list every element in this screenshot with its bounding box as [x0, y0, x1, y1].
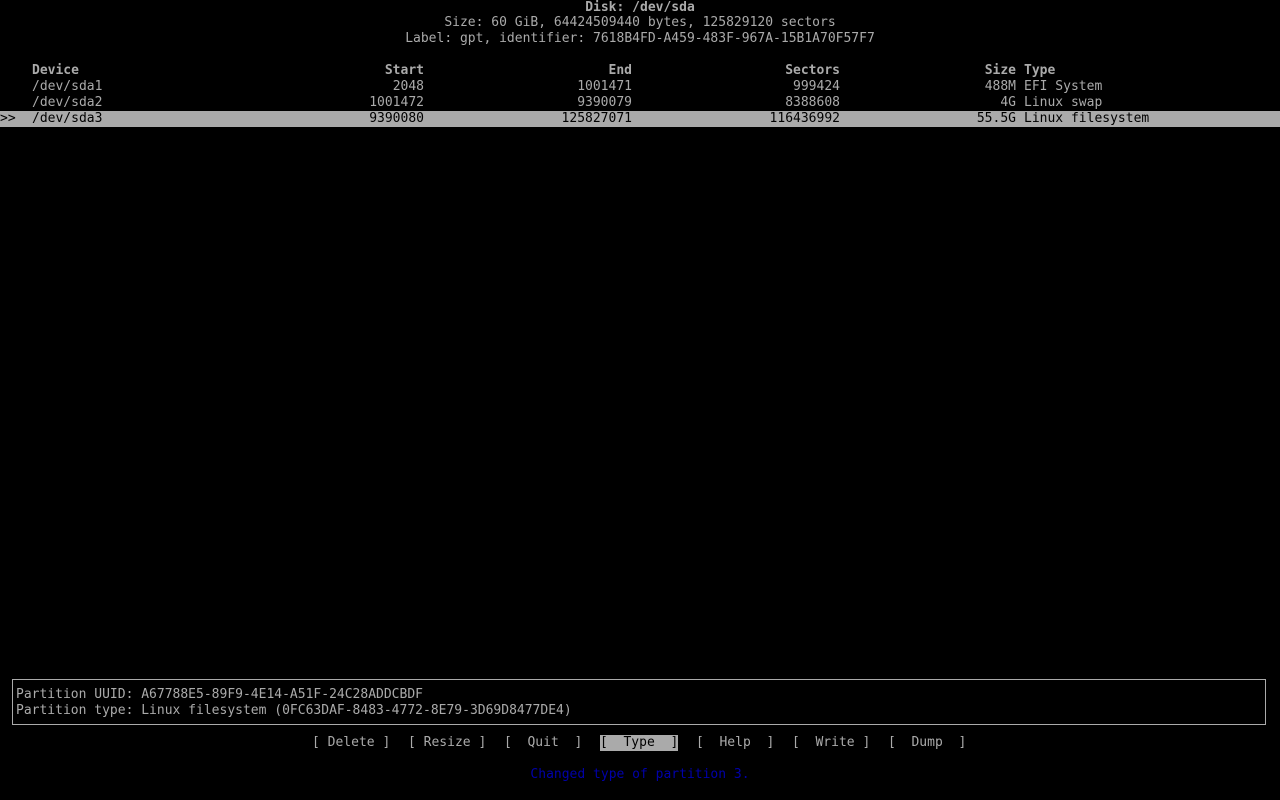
row-device: /dev/sda2	[32, 95, 103, 110]
row-start: 2048	[392, 79, 424, 94]
row-end: 125827071	[561, 111, 632, 126]
column-type: Type	[1024, 63, 1056, 78]
row-end: 9390079	[577, 95, 632, 110]
status-message: Changed type of partition 3.	[530, 767, 750, 782]
quit-button[interactable]: [ Quit ]	[504, 735, 582, 751]
row-device: /dev/sda3	[32, 111, 103, 126]
row-end: 1001471	[577, 79, 632, 94]
action-menu: [ Delete ] [ Resize ] [ Quit ] [ Type ] …	[0, 735, 1280, 751]
column-start: Start	[384, 63, 424, 78]
column-sectors: Sectors	[785, 63, 840, 78]
column-end: End	[608, 63, 632, 78]
table-header: Device Start End Sectors Size Type	[0, 63, 1280, 79]
type-button[interactable]: [ Type ]	[600, 735, 679, 751]
partition-type-info: Partition type: Linux filesystem (0FC63D…	[16, 703, 572, 718]
partition-uuid: Partition UUID: A67788E5-89F9-4E14-A51F-…	[16, 687, 423, 702]
disk-title: Disk: /dev/sda	[585, 0, 695, 15]
row-size: 55.5G	[976, 111, 1016, 126]
row-start: 1001472	[369, 95, 424, 110]
row-type: EFI System	[1024, 79, 1103, 94]
row-type: Linux swap	[1024, 95, 1103, 110]
row-start: 9390080	[369, 111, 424, 126]
row-size: 4G	[1000, 95, 1016, 110]
row-type: Linux filesystem	[1024, 111, 1150, 126]
disk-size: Size: 60 GiB, 64424509440 bytes, 1258291…	[444, 15, 836, 30]
row-marker: >>	[0, 111, 16, 126]
row-size: 488M	[984, 79, 1016, 94]
dump-button[interactable]: [ Dump ]	[888, 735, 966, 751]
write-button[interactable]: [ Write ]	[792, 735, 870, 751]
column-device: Device	[32, 63, 79, 78]
column-size: Size	[984, 63, 1016, 78]
table-row[interactable]: /dev/sda2 1001472 9390079 8388608 4G Lin…	[0, 95, 1280, 111]
row-device: /dev/sda1	[32, 79, 103, 94]
table-row-selected[interactable]: >> /dev/sda3 9390080 125827071 116436992…	[0, 111, 1280, 127]
help-button[interactable]: [ Help ]	[696, 735, 774, 751]
row-sectors: 8388608	[785, 95, 840, 110]
table-row[interactable]: /dev/sda1 2048 1001471 999424 488M EFI S…	[0, 79, 1280, 95]
row-sectors: 116436992	[769, 111, 840, 126]
resize-button[interactable]: [ Resize ]	[408, 735, 486, 751]
delete-button[interactable]: [ Delete ]	[312, 735, 390, 751]
partition-info-box: Partition UUID: A67788E5-89F9-4E14-A51F-…	[12, 679, 1266, 725]
disk-label: Label: gpt, identifier: 7618B4FD-A459-48…	[405, 31, 875, 46]
row-sectors: 999424	[793, 79, 840, 94]
